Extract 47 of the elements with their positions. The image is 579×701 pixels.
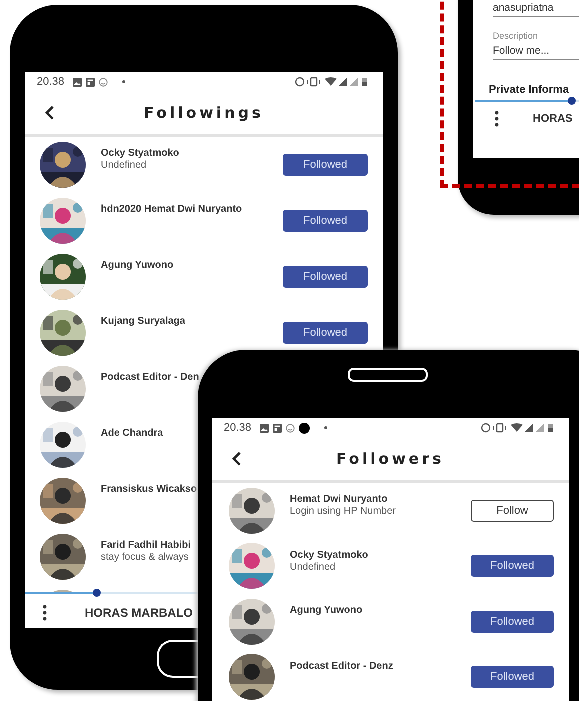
user-name: Podcast Editor - Den (101, 372, 200, 383)
input-field[interactable]: anasupriatna (493, 2, 579, 17)
user-name: Fransiskus Wicakso (101, 484, 198, 495)
back-icon[interactable] (232, 451, 242, 467)
user-name: Agung Yuwono (101, 260, 174, 271)
dot-icon (122, 80, 126, 84)
account-name: HORAS (533, 113, 573, 125)
image-icon (72, 78, 82, 86)
more-icon[interactable] (43, 605, 47, 621)
news-icon (272, 424, 282, 432)
follow-button[interactable]: Followed (471, 555, 554, 578)
account-name: HORAS MARBALO (85, 606, 193, 620)
dot-icon (324, 426, 328, 430)
follow-button[interactable]: Followed (283, 266, 368, 288)
user-name: Hemat Dwi Nuryanto (290, 494, 388, 505)
follow-button[interactable]: Followed (283, 154, 368, 176)
follow-button[interactable]: Followed (283, 322, 368, 344)
follow-button[interactable]: Follow (471, 500, 554, 522)
follow-button[interactable]: Followed (471, 610, 554, 633)
follow-button[interactable]: Followed (283, 210, 368, 232)
more-icon[interactable] (495, 111, 499, 127)
user-name: Ocky Styatmoko (290, 550, 368, 560)
screen-title: Followers (336, 450, 444, 468)
user-status: Undefined (101, 160, 147, 171)
status-time: 20.38 (37, 76, 65, 88)
input-field[interactable]: Follow me... (493, 45, 579, 60)
user-name: hdn2020 Hemat Dwi Nuryanto (101, 204, 242, 215)
user-status: Undefined (290, 562, 336, 572)
dot-icon (298, 422, 310, 434)
back-icon[interactable] (45, 105, 55, 121)
smiley-icon (286, 424, 295, 432)
image-icon (260, 424, 269, 432)
user-name: Farid Fadhil Habibi (101, 540, 192, 551)
user-name: Agung Yuwono (290, 605, 363, 616)
field-label: Description (493, 31, 540, 41)
user-name: Ocky Styatmoko (101, 148, 180, 159)
user-name: Ade Chandra (101, 428, 164, 439)
follow-button[interactable]: Followed (471, 666, 554, 688)
smiley-icon (98, 78, 108, 86)
user-name: Kujang Suryalaga (101, 316, 186, 327)
user-status: stay focus & always (101, 552, 189, 563)
section-heading: Private Informa (488, 84, 570, 96)
news-icon (86, 78, 95, 86)
screen-title: Followings (144, 104, 264, 122)
status-time: 20.38 (224, 422, 252, 434)
user-status: Login using HP Number (290, 506, 396, 517)
user-name: Podcast Editor - Denz (290, 660, 394, 672)
